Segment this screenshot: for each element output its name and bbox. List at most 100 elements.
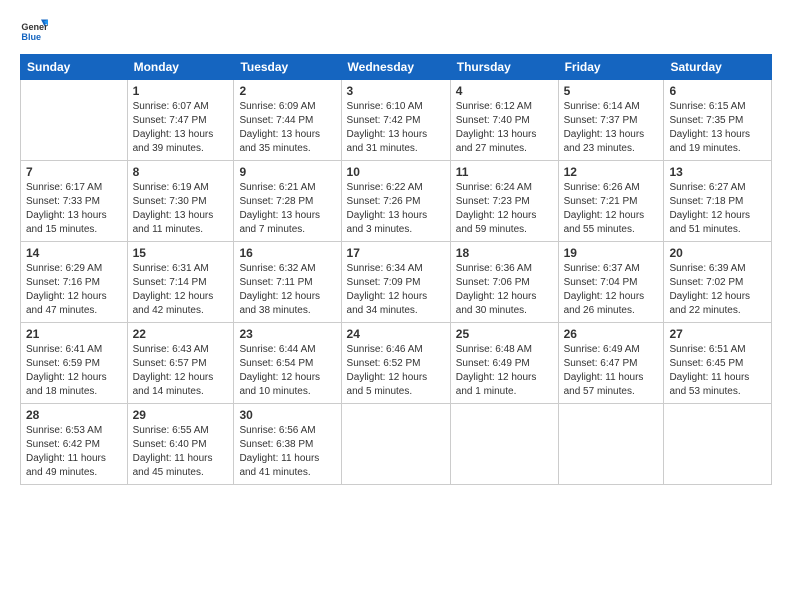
day-number: 6: [669, 84, 766, 98]
day-cell: 3 Sunrise: 6:10 AMSunset: 7:42 PMDaylight…: [341, 80, 450, 161]
day-info: Sunrise: 6:10 AMSunset: 7:42 PMDaylight:…: [347, 100, 445, 156]
day-cell: 1 Sunrise: 6:07 AMSunset: 7:47 PMDaylight…: [127, 80, 234, 161]
day-number: 26: [564, 327, 659, 341]
day-cell: 25 Sunrise: 6:48 AMSunset: 6:49 PMDayligh…: [450, 323, 558, 404]
day-info: Sunrise: 6:07 AMSunset: 7:47 PMDaylight:…: [133, 100, 229, 156]
day-cell: 13Sunrise: 6:27 AMSunset: 7:18 PMDayligh…: [664, 161, 772, 242]
day-info: Sunrise: 6:41 AMSunset: 6:59 PMDaylight:…: [26, 343, 122, 399]
day-cell: [558, 404, 664, 485]
day-number: 4: [456, 84, 553, 98]
day-cell: 8Sunrise: 6:19 AMSunset: 7:30 PMDaylight…: [127, 161, 234, 242]
day-cell: 29Sunrise: 6:55 AMSunset: 6:40 PMDayligh…: [127, 404, 234, 485]
day-number: 16: [239, 246, 335, 260]
day-number: 12: [564, 165, 659, 179]
day-number: 8: [133, 165, 229, 179]
day-number: 22: [133, 327, 229, 341]
day-number: 21: [26, 327, 122, 341]
day-cell: 17 Sunrise: 6:34 AMSunset: 7:09 PMDayligh…: [341, 242, 450, 323]
header-row: SundayMondayTuesdayWednesdayThursdayFrid…: [21, 55, 772, 80]
day-cell: 6 Sunrise: 6:15 AMSunset: 7:35 PMDaylight…: [664, 80, 772, 161]
header-wednesday: Wednesday: [341, 55, 450, 80]
day-cell: 24 Sunrise: 6:46 AMSunset: 6:52 PMDayligh…: [341, 323, 450, 404]
day-cell: 20 Sunrise: 6:39 AMSunset: 7:02 PMDayligh…: [664, 242, 772, 323]
day-info: Sunrise: 6:24 AMSunset: 7:23 PMDaylight:…: [456, 181, 553, 237]
day-number: 1: [133, 84, 229, 98]
week-row-2: 14 Sunrise: 6:29 AMSunset: 7:16 PMDayligh…: [21, 242, 772, 323]
logo-icon: General Blue: [20, 16, 48, 44]
week-row-3: 21 Sunrise: 6:41 AMSunset: 6:59 PMDayligh…: [21, 323, 772, 404]
day-number: 17: [347, 246, 445, 260]
header-thursday: Thursday: [450, 55, 558, 80]
day-info: Sunrise: 6:21 AMSunset: 7:28 PMDaylight:…: [239, 181, 335, 237]
day-cell: 14 Sunrise: 6:29 AMSunset: 7:16 PMDayligh…: [21, 242, 128, 323]
day-number: 18: [456, 246, 553, 260]
day-number: 2: [239, 84, 335, 98]
week-row-4: 28 Sunrise: 6:53 AMSunset: 6:42 PMDayligh…: [21, 404, 772, 485]
header-sunday: Sunday: [21, 55, 128, 80]
day-info: Sunrise: 6:31 AMSunset: 7:14 PMDaylight:…: [133, 262, 229, 318]
day-info: Sunrise: 6:22 AMSunset: 7:26 PMDaylight:…: [347, 181, 445, 237]
day-number: 15: [133, 246, 229, 260]
day-cell: 11 Sunrise: 6:24 AMSunset: 7:23 PMDayligh…: [450, 161, 558, 242]
day-cell: 19 Sunrise: 6:37 AMSunset: 7:04 PMDayligh…: [558, 242, 664, 323]
day-number: 30: [239, 408, 335, 422]
day-info: Sunrise: 6:43 AMSunset: 6:57 PMDaylight:…: [133, 343, 229, 399]
header-saturday: Saturday: [664, 55, 772, 80]
day-info: Sunrise: 6:49 AMSunset: 6:47 PMDaylight:…: [564, 343, 659, 399]
week-row-1: 7 Sunrise: 6:17 AMSunset: 7:33 PMDaylight…: [21, 161, 772, 242]
day-cell: 22 Sunrise: 6:43 AMSunset: 6:57 PMDayligh…: [127, 323, 234, 404]
day-cell: 5 Sunrise: 6:14 AMSunset: 7:37 PMDaylight…: [558, 80, 664, 161]
logo: General Blue: [20, 16, 52, 44]
day-cell: 15 Sunrise: 6:31 AMSunset: 7:14 PMDayligh…: [127, 242, 234, 323]
day-number: 27: [669, 327, 766, 341]
day-info: Sunrise: 6:53 AMSunset: 6:42 PMDaylight:…: [26, 424, 122, 480]
day-cell: [664, 404, 772, 485]
day-info: Sunrise: 6:15 AMSunset: 7:35 PMDaylight:…: [669, 100, 766, 156]
day-cell: 7 Sunrise: 6:17 AMSunset: 7:33 PMDaylight…: [21, 161, 128, 242]
day-info: Sunrise: 6:17 AMSunset: 7:33 PMDaylight:…: [26, 181, 122, 237]
day-number: 20: [669, 246, 766, 260]
header-tuesday: Tuesday: [234, 55, 341, 80]
day-info: Sunrise: 6:09 AMSunset: 7:44 PMDaylight:…: [239, 100, 335, 156]
day-number: 13: [669, 165, 766, 179]
day-number: 19: [564, 246, 659, 260]
day-info: Sunrise: 6:46 AMSunset: 6:52 PMDaylight:…: [347, 343, 445, 399]
day-info: Sunrise: 6:39 AMSunset: 7:02 PMDaylight:…: [669, 262, 766, 318]
day-number: 28: [26, 408, 122, 422]
day-number: 5: [564, 84, 659, 98]
day-info: Sunrise: 6:48 AMSunset: 6:49 PMDaylight:…: [456, 343, 553, 399]
day-info: Sunrise: 6:56 AMSunset: 6:38 PMDaylight:…: [239, 424, 335, 480]
day-number: 3: [347, 84, 445, 98]
week-row-0: 1 Sunrise: 6:07 AMSunset: 7:47 PMDaylight…: [21, 80, 772, 161]
day-cell: 12 Sunrise: 6:26 AMSunset: 7:21 PMDayligh…: [558, 161, 664, 242]
day-number: 7: [26, 165, 122, 179]
day-number: 23: [239, 327, 335, 341]
day-number: 10: [347, 165, 445, 179]
day-cell: 18Sunrise: 6:36 AMSunset: 7:06 PMDayligh…: [450, 242, 558, 323]
day-cell: [450, 404, 558, 485]
day-info: Sunrise: 6:12 AMSunset: 7:40 PMDaylight:…: [456, 100, 553, 156]
day-info: Sunrise: 6:29 AMSunset: 7:16 PMDaylight:…: [26, 262, 122, 318]
day-cell: [21, 80, 128, 161]
day-cell: 26 Sunrise: 6:49 AMSunset: 6:47 PMDayligh…: [558, 323, 664, 404]
day-cell: 10 Sunrise: 6:22 AMSunset: 7:26 PMDayligh…: [341, 161, 450, 242]
day-info: Sunrise: 6:26 AMSunset: 7:21 PMDaylight:…: [564, 181, 659, 237]
day-cell: 2 Sunrise: 6:09 AMSunset: 7:44 PMDaylight…: [234, 80, 341, 161]
header-friday: Friday: [558, 55, 664, 80]
day-cell: 23Sunrise: 6:44 AMSunset: 6:54 PMDayligh…: [234, 323, 341, 404]
day-number: 11: [456, 165, 553, 179]
day-cell: 4 Sunrise: 6:12 AMSunset: 7:40 PMDaylight…: [450, 80, 558, 161]
day-info: Sunrise: 6:34 AMSunset: 7:09 PMDaylight:…: [347, 262, 445, 318]
day-cell: 28 Sunrise: 6:53 AMSunset: 6:42 PMDayligh…: [21, 404, 128, 485]
day-number: 24: [347, 327, 445, 341]
day-info: Sunrise: 6:55 AMSunset: 6:40 PMDaylight:…: [133, 424, 229, 480]
day-cell: 9Sunrise: 6:21 AMSunset: 7:28 PMDaylight…: [234, 161, 341, 242]
day-info: Sunrise: 6:14 AMSunset: 7:37 PMDaylight:…: [564, 100, 659, 156]
day-number: 14: [26, 246, 122, 260]
day-cell: [341, 404, 450, 485]
calendar: SundayMondayTuesdayWednesdayThursdayFrid…: [20, 54, 772, 485]
header-monday: Monday: [127, 55, 234, 80]
day-number: 25: [456, 327, 553, 341]
day-info: Sunrise: 6:37 AMSunset: 7:04 PMDaylight:…: [564, 262, 659, 318]
svg-text:Blue: Blue: [21, 32, 41, 42]
